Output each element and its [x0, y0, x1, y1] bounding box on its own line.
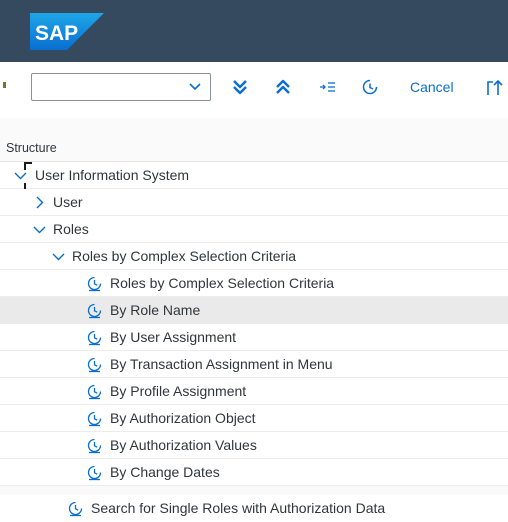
- tree-leaf-search-for-single-roles-with-authorization-data[interactable]: Search for Single Roles with Authorizati…: [0, 495, 508, 522]
- tree-leaf-by-transaction-assignment-in-menu[interactable]: By Transaction Assignment in Menu: [0, 351, 508, 378]
- tree-leaf-label: By Authorization Values: [110, 437, 257, 453]
- chevron-down-icon[interactable]: [52, 250, 65, 263]
- toolbar-edge-mark: [3, 82, 6, 88]
- tree-leaf-by-authorization-object[interactable]: By Authorization Object: [0, 405, 508, 432]
- expand-all-icon[interactable]: [230, 77, 250, 97]
- tree-leaf-by-authorization-values[interactable]: By Authorization Values: [0, 432, 508, 459]
- tree-node-roles[interactable]: Roles: [0, 216, 508, 243]
- tree-node-label: Roles by Complex Selection Criteria: [72, 248, 297, 264]
- tree-leaf-by-user-assignment[interactable]: By User Assignment: [0, 324, 508, 351]
- chevron-down-icon[interactable]: [33, 223, 46, 236]
- indent-list-icon[interactable]: [318, 77, 338, 97]
- tree-node-label: User Information System: [35, 167, 190, 183]
- cancel-button[interactable]: Cancel: [400, 76, 464, 98]
- tree-node-label: Roles: [53, 221, 89, 237]
- tree-leaf-label: By User Assignment: [110, 329, 237, 345]
- tree-leaf-label: By Authorization Object: [110, 410, 256, 426]
- tree-node-label: User: [53, 194, 83, 210]
- execute-icon: [87, 384, 102, 400]
- tree-leaf-label: Roles by Complex Selection Criteria: [110, 275, 335, 291]
- tree-leaf-roles-by-complex-selection-criteria[interactable]: Roles by Complex Selection Criteria: [0, 270, 508, 297]
- chevron-down-icon[interactable]: [188, 79, 202, 93]
- execute-icon: [68, 501, 83, 517]
- shell-header: SAP: [0, 0, 508, 62]
- execute-icon: [87, 276, 102, 292]
- execute-icon: [87, 357, 102, 373]
- svg-text:SAP: SAP: [35, 22, 78, 45]
- tree-node-user[interactable]: User: [0, 189, 508, 216]
- tree-leaf-label: Search for Single Roles with Authorizati…: [91, 500, 386, 516]
- execute-icon[interactable]: [360, 77, 380, 97]
- tree-node-user-information-system[interactable]: User Information System: [0, 162, 508, 189]
- tree-leaf-by-role-name[interactable]: By Role Name: [0, 297, 508, 324]
- tree-leaf-by-profile-assignment[interactable]: By Profile Assignment: [0, 378, 508, 405]
- tree-leaf-label: By Change Dates: [110, 464, 220, 480]
- sap-logo[interactable]: SAP: [30, 13, 104, 50]
- tree-leaf-label: By Role Name: [110, 302, 201, 318]
- export-icon[interactable]: [485, 77, 505, 97]
- execute-icon: [87, 438, 102, 454]
- execute-icon: [87, 303, 102, 319]
- chevron-right-icon[interactable]: [33, 196, 46, 209]
- execute-icon: [87, 465, 102, 481]
- column-header-structure: Structure: [0, 134, 508, 162]
- collapse-all-icon[interactable]: [273, 77, 293, 97]
- tree-leaf-by-change-dates[interactable]: By Change Dates: [0, 459, 508, 486]
- execute-icon: [87, 411, 102, 427]
- execute-icon: [87, 330, 102, 346]
- command-dropdown[interactable]: [31, 73, 211, 101]
- focus-corner: [24, 162, 32, 170]
- tree-leaf-label: By Transaction Assignment in Menu: [110, 356, 333, 372]
- chevron-down-icon[interactable]: [14, 169, 27, 182]
- tree-node-roles-by-complex-selection-criteria[interactable]: Roles by Complex Selection Criteria: [0, 243, 508, 270]
- tree-leaf-label: By Profile Assignment: [110, 383, 247, 399]
